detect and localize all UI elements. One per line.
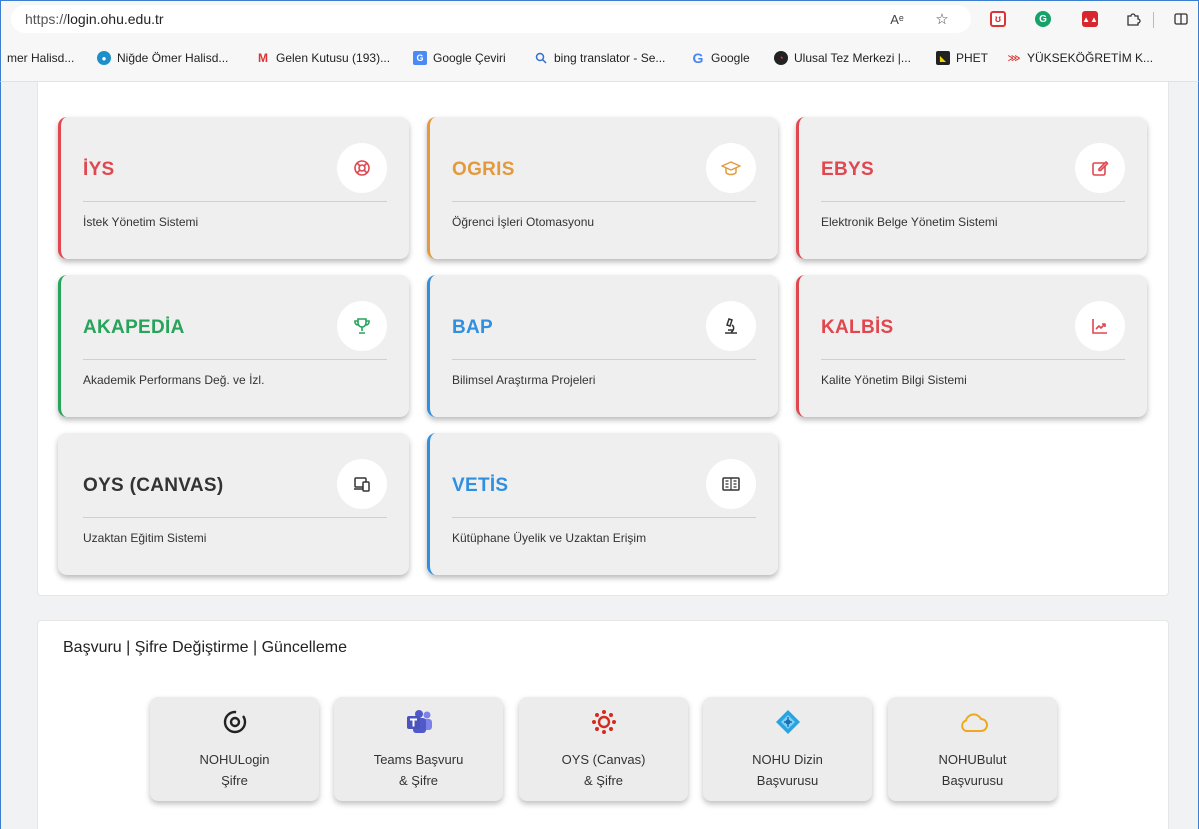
card-title: İYS (83, 159, 115, 180)
tile-label: OYS (Canvas) & Şifre (561, 752, 646, 788)
bookmark-item[interactable]: ◔ Ulusal Tez Merkezi |... (774, 51, 911, 65)
divider (821, 359, 1125, 360)
divider (83, 201, 387, 202)
bookmark-item[interactable]: ◣ PHET (936, 51, 988, 65)
edit-icon (1075, 143, 1125, 193)
tile-teams[interactable]: Teams Başvuru & Şifre (334, 697, 503, 801)
bookmark-item[interactable]: ● Niğde Ömer Halisd... (97, 51, 228, 65)
lifebuoy-icon (337, 143, 387, 193)
devices-icon (337, 459, 387, 509)
bookmarks-bar: mer Halisd... ● Niğde Ömer Halisd... M G… (0, 36, 1199, 82)
teams-icon (334, 707, 503, 737)
bookmark-item[interactable]: G Google (691, 50, 750, 66)
url-text[interactable]: https://login.ohu.edu.tr (25, 11, 164, 27)
bookmark-item[interactable]: bing translator - Se... (534, 51, 665, 65)
tile-nohubulut[interactable]: NOHUBulut Başvurusu (888, 697, 1057, 801)
toolbar-divider (1153, 12, 1154, 28)
nohulogin-icon (150, 707, 319, 737)
tile-label: NOHULogin Şifre (199, 752, 270, 788)
card-title: OGRIS (452, 159, 515, 180)
bookmark-item[interactable]: M Gelen Kutusu (193)... (256, 51, 390, 65)
systems-panel: İYS İstek Yönetim Sistemi OGRIS Öğrenci … (37, 82, 1169, 596)
chart-line-icon (1075, 301, 1125, 351)
google-translate-icon: G (413, 51, 427, 65)
search-icon (534, 51, 548, 65)
google-icon: G (692, 50, 704, 66)
card-iys[interactable]: İYS İstek Yönetim Sistemi (58, 117, 409, 259)
cloud-icon (888, 707, 1057, 737)
extension-shield-icon[interactable]: ʊ (986, 7, 1010, 31)
site-logo-icon: ● (97, 51, 111, 65)
favorite-star-icon[interactable]: ☆ (930, 7, 954, 31)
divider (83, 359, 387, 360)
card-title: KALBİS (821, 317, 894, 338)
card-subtitle: Akademik Performans Değ. ve İzl. (83, 373, 265, 387)
tile-label: Teams Başvuru & Şifre (373, 752, 464, 788)
card-ebys[interactable]: EBYS Elektronik Belge Yönetim Sistemi (796, 117, 1147, 259)
card-subtitle: Kütüphane Üyelik ve Uzaktan Erişim (452, 531, 647, 545)
split-screen-icon[interactable] (1169, 7, 1193, 31)
tile-oys-canvas[interactable]: OYS (Canvas) & Şifre (519, 697, 688, 801)
divider (452, 201, 756, 202)
address-bar[interactable]: https://login.ohu.edu.tr (11, 5, 971, 33)
grammarly-icon[interactable]: G (1031, 7, 1055, 31)
bookmark-item[interactable]: G Google Çeviri (413, 51, 506, 65)
card-subtitle: Öğrenci İşleri Otomasyonu (452, 215, 595, 229)
section-title: Başvuru | Şifre Değiştirme | Güncelleme (63, 639, 347, 656)
divider (452, 359, 756, 360)
card-bap[interactable]: BAP Bilimsel Araştırma Projeleri (427, 275, 778, 417)
card-vetis[interactable]: VETİS Kütüphane Üyelik ve Uzaktan Erişim (427, 433, 778, 575)
card-title: EBYS (821, 159, 874, 180)
card-subtitle: Uzaktan Eğitim Sistemi (83, 531, 207, 545)
divider (83, 517, 387, 518)
book-icon (706, 459, 756, 509)
card-title: BAP (452, 317, 494, 338)
card-ogris[interactable]: OGRIS Öğrenci İşleri Otomasyonu (427, 117, 778, 259)
microscope-icon (706, 301, 756, 351)
canvas-icon (519, 707, 688, 737)
browser-toolbar: https://login.ohu.edu.tr Aᵉ ☆ ʊ G ▲▲ (0, 0, 1199, 36)
extension-red-icon[interactable]: ▲▲ (1078, 7, 1102, 31)
card-title: OYS (CANVAS) (83, 475, 224, 496)
tile-nohu-dizin[interactable]: NOHU Dizin Başvurusu (703, 697, 872, 801)
card-oys-canvas[interactable]: OYS (CANVAS) Uzaktan Eğitim Sistemi (58, 433, 409, 575)
bookmark-item[interactable]: mer Halisd... (7, 51, 74, 65)
tile-nohulogin[interactable]: NOHULogin Şifre (150, 697, 319, 801)
card-title: VETİS (452, 475, 509, 496)
tile-label: NOHU Dizin Başvurusu (752, 752, 823, 788)
card-subtitle: İstek Yönetim Sistemi (83, 215, 199, 229)
applications-panel: Başvuru | Şifre Değiştirme | Güncelleme … (37, 620, 1169, 829)
tez-merkezi-icon: ◔ (774, 51, 788, 65)
extensions-puzzle-icon[interactable] (1121, 7, 1145, 31)
divider (821, 201, 1125, 202)
bookmark-item[interactable]: ⋙ YÜKSEKÖĞRETİM K... (1007, 51, 1153, 65)
graduation-cap-icon (706, 143, 756, 193)
card-title: AKAPEDİA (83, 317, 185, 338)
phet-icon: ◣ (936, 51, 950, 65)
card-subtitle: Elektronik Belge Yönetim Sistemi (821, 215, 998, 229)
page-viewport: İYS İstek Yönetim Sistemi OGRIS Öğrenci … (0, 82, 1199, 829)
card-akapedia[interactable]: AKAPEDİA Akademik Performans Değ. ve İzl… (58, 275, 409, 417)
read-aloud-icon[interactable]: Aᵉ (885, 7, 909, 31)
card-subtitle: Kalite Yönetim Bilgi Sistemi (821, 373, 967, 387)
directory-icon (703, 707, 872, 737)
tile-label: NOHUBulut Başvurusu (938, 752, 1007, 788)
card-subtitle: Bilimsel Araştırma Projeleri (452, 373, 596, 387)
gmail-icon: M (258, 51, 268, 65)
yok-icon: ⋙ (1007, 52, 1021, 63)
trophy-icon (337, 301, 387, 351)
card-kalbis[interactable]: KALBİS Kalite Yönetim Bilgi Sistemi (796, 275, 1147, 417)
divider (452, 517, 756, 518)
